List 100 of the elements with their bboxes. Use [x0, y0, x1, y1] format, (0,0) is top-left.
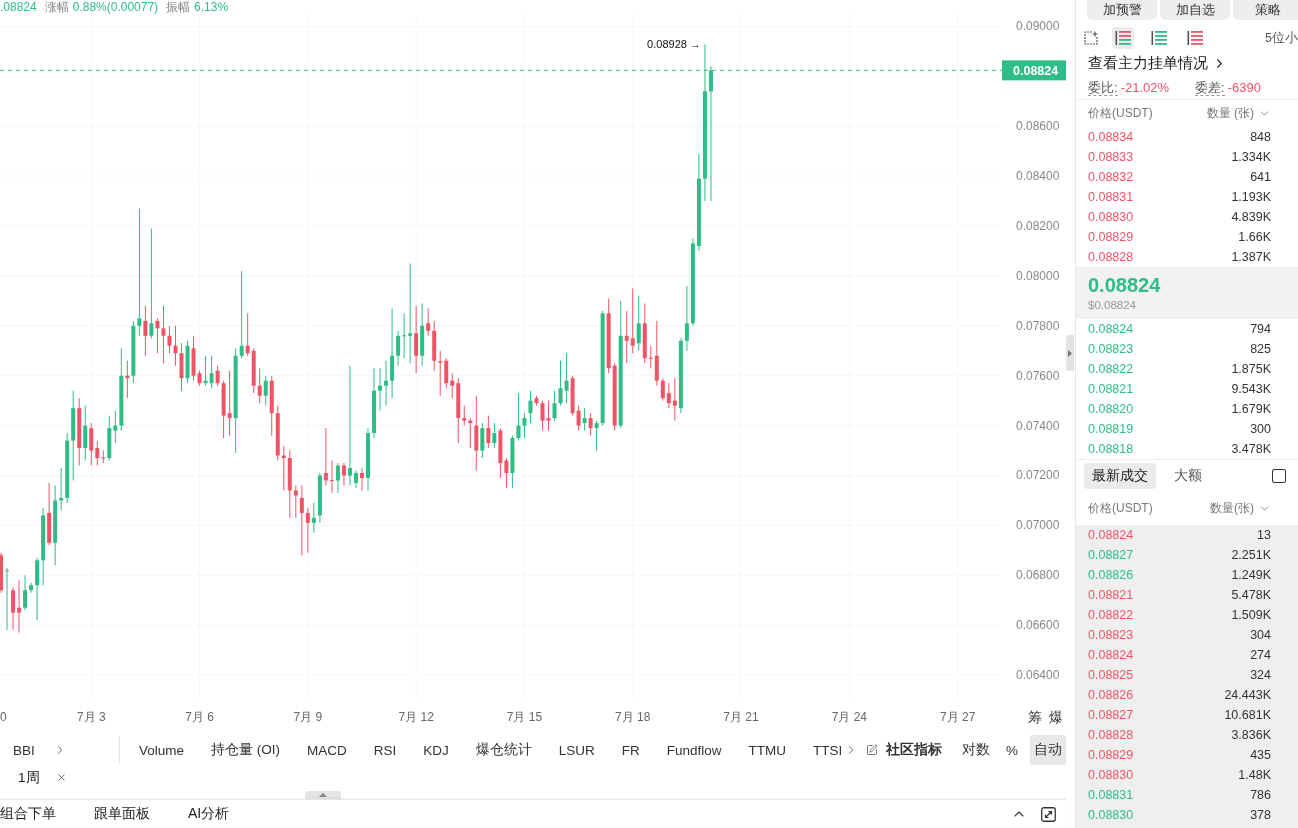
indicator-tab[interactable]: KDJ [423, 742, 449, 758]
book-stat-label[interactable]: 委差: [1195, 79, 1225, 96]
price-column-header: 价格(USDT) [1088, 500, 1153, 517]
indicator-tab[interactable]: Fundflow [666, 742, 722, 758]
trades-tab[interactable]: 最新成交 [1084, 463, 1156, 489]
trade-amount: 1.249K [1231, 568, 1271, 582]
book-stat-value: -21.02% [1120, 80, 1170, 95]
axis-toggle-button[interactable]: 筹 [1028, 709, 1042, 725]
trade-price: 0.08826 [1088, 568, 1134, 582]
ask-price: 0.08831 [1088, 190, 1134, 204]
indicator-tab[interactable]: LSUR [558, 742, 595, 758]
price-axis-label: 0.07400 [1016, 418, 1060, 433]
trade-amount: 10.681K [1224, 708, 1271, 722]
trade-amount: 3.836K [1231, 728, 1271, 742]
checkbox[interactable] [1272, 469, 1286, 483]
trade-price: 0.08825 [1088, 668, 1134, 682]
panel-action-button[interactable]: 加预警 [1087, 0, 1157, 20]
book-view-toggle[interactable] [1112, 27, 1134, 49]
trade-amount: 1.509K [1231, 608, 1271, 622]
price-axis-label: 0.08000 [1016, 268, 1060, 283]
edit-icon[interactable] [866, 744, 878, 756]
bid-price: 0.08822 [1088, 362, 1134, 376]
indicator-tab[interactable]: Volume [139, 742, 185, 758]
scale-option[interactable]: 自动 [1030, 735, 1066, 765]
bid-price: 0.08823 [1088, 342, 1134, 356]
price-axis-label: 0.06800 [1016, 568, 1060, 583]
indicator-tab[interactable]: TTMU [748, 742, 787, 758]
trade-price: 0.08826 [1088, 688, 1134, 702]
square-plus-icon[interactable] [1084, 31, 1098, 45]
interval-label: 1周 [18, 768, 40, 787]
bid-price: 0.08824 [1088, 322, 1134, 336]
trade-price: 0.08824 [1088, 648, 1134, 662]
indicator-tab[interactable]: MACD [307, 742, 347, 758]
stat-label: 涨幅 [44, 0, 69, 14]
overlay-indicator-tab[interactable]: BBI [13, 742, 35, 758]
indicator-tab[interactable]: 持仓量 (OI) [211, 741, 281, 759]
amount-unit-dropdown[interactable]: 数量(张) [1210, 500, 1271, 517]
current-price-tag: 0.08824 [1002, 60, 1066, 81]
last-price-usd: $0.08824 [1088, 298, 1137, 313]
ask-amount: 848 [1250, 130, 1271, 144]
close-icon[interactable] [55, 772, 67, 783]
trade-amount: 24.443K [1224, 688, 1271, 702]
price-axis-label: 0.06600 [1016, 618, 1060, 633]
indicator-tab[interactable]: RSI [373, 742, 397, 758]
trade-price: 0.08823 [1088, 628, 1134, 642]
ask-price: 0.08833 [1088, 150, 1134, 164]
bottom-tab[interactable]: 组合下单 [0, 805, 56, 823]
date-axis-label: 7月 27 [939, 710, 976, 724]
trade-price: 0.08830 [1088, 768, 1134, 782]
candle [354, 470, 358, 489]
bid-price: 0.08821 [1088, 382, 1134, 396]
date-axis-label: 7月 9 [293, 710, 323, 724]
collapse-tab[interactable] [1066, 335, 1074, 371]
collapse-handle[interactable] [305, 791, 341, 799]
scale-option[interactable]: 对数 [958, 735, 994, 765]
bid-price: 0.08820 [1088, 402, 1134, 416]
indicator-tab[interactable]: FR [621, 742, 640, 758]
candle [366, 427, 370, 491]
panel-action-button[interactable]: 加自选 [1160, 0, 1230, 20]
price-axis-label: 0.09000 [1016, 19, 1060, 34]
trades-tab[interactable]: 大额 [1166, 463, 1210, 489]
indicator-tab[interactable]: 爆仓统计 [475, 741, 532, 759]
bottom-tab[interactable]: AI分析 [188, 805, 230, 823]
candle [5, 567, 9, 631]
ask-price: 0.08834 [1088, 130, 1134, 144]
bottom-tab[interactable]: 跟单面板 [94, 805, 150, 823]
trade-amount: 2.251K [1231, 548, 1271, 562]
expand-icon[interactable] [1041, 806, 1056, 822]
panel-action-button[interactable]: 策略 [1233, 0, 1298, 20]
trade-price: 0.08828 [1088, 728, 1134, 742]
book-stat-label[interactable]: 委比: [1088, 79, 1118, 96]
bid-amount: 1.679K [1231, 402, 1271, 416]
price-axis-label: 0.08200 [1016, 219, 1060, 234]
date-axis-label: 0 [0, 710, 7, 724]
precision-dropdown[interactable]: 5位小 [1265, 29, 1298, 47]
date-axis-label: 7月 21 [723, 710, 759, 724]
triangle-up-icon [319, 793, 327, 797]
trade-amount: 435 [1250, 748, 1271, 762]
trade-amount: 324 [1250, 668, 1271, 682]
trade-amount: 786 [1250, 788, 1271, 802]
axis-toggle-button[interactable]: 爆 [1049, 709, 1063, 725]
bid-price: 0.08818 [1088, 442, 1134, 456]
trade-price: 0.08827 [1088, 708, 1134, 722]
candle [360, 467, 364, 491]
ask-amount: 1.193K [1231, 190, 1271, 204]
trade-price: 0.08830 [1088, 808, 1134, 822]
trade-amount: 378 [1250, 808, 1271, 822]
candle [0, 552, 3, 594]
stat-label: 振幅 [166, 0, 191, 14]
ask-price: 0.08829 [1088, 230, 1134, 244]
price-axis-label: 0.07000 [1016, 518, 1060, 533]
indicator-tab[interactable]: TTSI [813, 742, 843, 758]
last-price: 0.08824 [1088, 273, 1162, 297]
community-indicators-link[interactable]: 社区指标 [886, 741, 942, 759]
scale-option[interactable]: % [1002, 736, 1022, 764]
ask-amount: 4.839K [1231, 210, 1271, 224]
bid-amount: 3.478K [1231, 442, 1271, 456]
price-axis-label: 0.07600 [1016, 368, 1060, 383]
whale-orders-link[interactable]: 查看主力挂单情况 [1088, 53, 1227, 73]
amount-unit-dropdown[interactable]: 数量 (张) [1206, 105, 1271, 122]
